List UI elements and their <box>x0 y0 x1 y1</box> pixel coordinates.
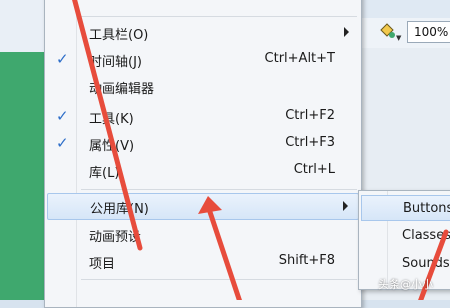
menu-item-label: 动画预设 <box>89 230 142 245</box>
menu-item-library[interactable]: 库(L) Ctrl+L <box>47 158 359 185</box>
menu-item-motion-editor[interactable]: 动画编辑器 <box>47 74 359 101</box>
menu-item-label: 库(L) <box>89 166 120 181</box>
window-menu: 工具栏(O) ✓ 时间轴(J) Ctrl+Alt+T 动画编辑器 ✓ 工具(K)… <box>44 0 362 308</box>
menu-separator <box>81 279 357 280</box>
menu-separator <box>81 189 357 190</box>
menu-item-label: 属性(V) <box>89 139 135 154</box>
menu-item-shortcut: Ctrl+L <box>293 162 335 177</box>
submenu-item-buttons[interactable]: Buttons <box>361 195 450 221</box>
submenu-arrow-icon <box>344 27 349 37</box>
menu-item-motion-presets[interactable]: 动画预设 <box>47 222 359 249</box>
submenu-item-label: Classes <box>402 228 450 243</box>
checkmark-icon: ✓ <box>56 50 69 68</box>
checkmark-icon: ✓ <box>56 134 69 152</box>
zoom-level-field[interactable]: 100% <box>407 21 450 43</box>
menu-item-label: 时间轴(J) <box>89 55 142 70</box>
menu-separator <box>81 16 357 17</box>
menu-item-label: 工具栏(O) <box>89 28 149 43</box>
left-panel-top <box>0 0 44 52</box>
menu-item-shortcut: Shift+F8 <box>278 253 335 268</box>
menu-item-toolbar[interactable]: 工具栏(O) <box>47 20 359 47</box>
menu-item-shortcut: Ctrl+Alt+T <box>264 51 335 66</box>
menu-item-shortcut: Ctrl+F2 <box>285 108 335 123</box>
menu-item-properties[interactable]: ✓ 属性(V) Ctrl+F3 <box>47 131 359 158</box>
color-fill-icon[interactable] <box>378 22 396 40</box>
common-libraries-submenu: Buttons Classes Sounds <box>358 190 450 290</box>
watermark: 头条@小小 <box>378 278 433 291</box>
menu-item-label: 工具(K) <box>89 112 134 127</box>
submenu-item-classes[interactable]: Classes <box>361 223 450 249</box>
menu-item-tools[interactable]: ✓ 工具(K) Ctrl+F2 <box>47 104 359 131</box>
submenu-item-label: Sounds <box>402 256 450 271</box>
menu-item-shortcut: Ctrl+F3 <box>285 135 335 150</box>
menu-item-label: 动画编辑器 <box>89 82 155 97</box>
submenu-item-sounds[interactable]: Sounds <box>361 251 450 277</box>
submenu-arrow-icon <box>343 201 348 211</box>
checkmark-icon: ✓ <box>56 107 69 125</box>
menu-item-project[interactable]: 项目 Shift+F8 <box>47 249 359 276</box>
menu-item-label: 公用库(N) <box>90 202 149 217</box>
menu-item-timeline[interactable]: ✓ 时间轴(J) Ctrl+Alt+T <box>47 47 359 74</box>
chevron-down-icon[interactable]: ▼ <box>396 34 401 42</box>
menu-item-label: 项目 <box>89 257 116 272</box>
submenu-item-label: Buttons <box>403 201 450 216</box>
menu-item-common-libraries[interactable]: 公用库(N) <box>47 193 359 220</box>
stage-area <box>0 52 44 300</box>
